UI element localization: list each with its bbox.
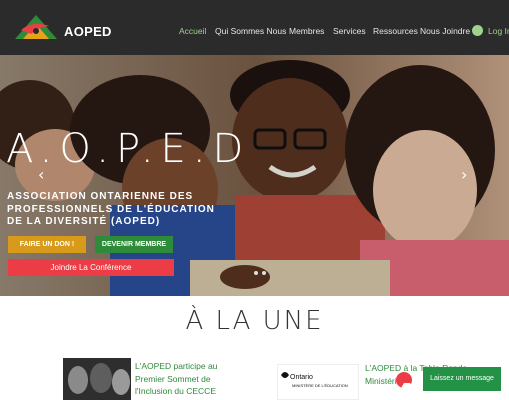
nav-membres[interactable]: Membres bbox=[289, 26, 324, 36]
user-avatar-icon bbox=[472, 25, 483, 36]
chat-icon[interactable] bbox=[396, 372, 413, 388]
ontario-logo-icon: Ontario MINISTÈRE DE L'ÉDUCATION bbox=[281, 372, 348, 388]
ontario-logo-line1: Ontario bbox=[290, 374, 313, 381]
login-label: Log In bbox=[488, 26, 509, 36]
nav-qui-sommes-nous[interactable]: Qui Sommes Nous bbox=[215, 26, 286, 36]
nav-nous-joindre[interactable]: Nous Joindre bbox=[420, 26, 470, 36]
news-image-1[interactable] bbox=[63, 358, 131, 400]
hero-slideshow: A.O.P.E.D ASSOCIATION ONTARIENNE DES PRO… bbox=[0, 55, 509, 296]
nav-services[interactable]: Services bbox=[333, 26, 366, 36]
section-title: À LA UNE bbox=[185, 306, 324, 336]
slide-prev-arrow[interactable]: ‹ bbox=[38, 165, 44, 184]
become-member-button[interactable]: DEVENIR MEMBRE bbox=[95, 236, 173, 253]
site-header: AOPED Accueil Qui Sommes Nous Membres Se… bbox=[0, 0, 509, 55]
page: AOPED Accueil Qui Sommes Nous Membres Se… bbox=[0, 0, 509, 400]
chat-message-button[interactable]: Laissez un message bbox=[423, 367, 501, 391]
aoped-logo-icon[interactable] bbox=[13, 12, 59, 42]
ontario-logo-line2: MINISTÈRE DE L'ÉDUCATION bbox=[292, 383, 348, 388]
login-button[interactable]: Log In bbox=[472, 25, 509, 39]
hero-subtitle: ASSOCIATION ONTARIENNE DES PROFESSIONNEL… bbox=[7, 191, 215, 227]
news-photo bbox=[63, 358, 131, 400]
donate-button[interactable]: FAIRE UN DON ! bbox=[8, 236, 86, 253]
news-title-1[interactable]: L'AOPED participe au Premier Sommet de l… bbox=[135, 360, 245, 398]
slide-next-arrow[interactable]: › bbox=[461, 165, 467, 184]
join-conference-button[interactable]: Joindre La Conférence bbox=[8, 259, 174, 276]
nav-ressources[interactable]: Ressources bbox=[373, 26, 418, 36]
nav-accueil[interactable]: Accueil bbox=[179, 26, 206, 36]
news-image-2[interactable]: Ontario MINISTÈRE DE L'ÉDUCATION bbox=[277, 364, 359, 400]
brand-name[interactable]: AOPED bbox=[64, 24, 112, 39]
